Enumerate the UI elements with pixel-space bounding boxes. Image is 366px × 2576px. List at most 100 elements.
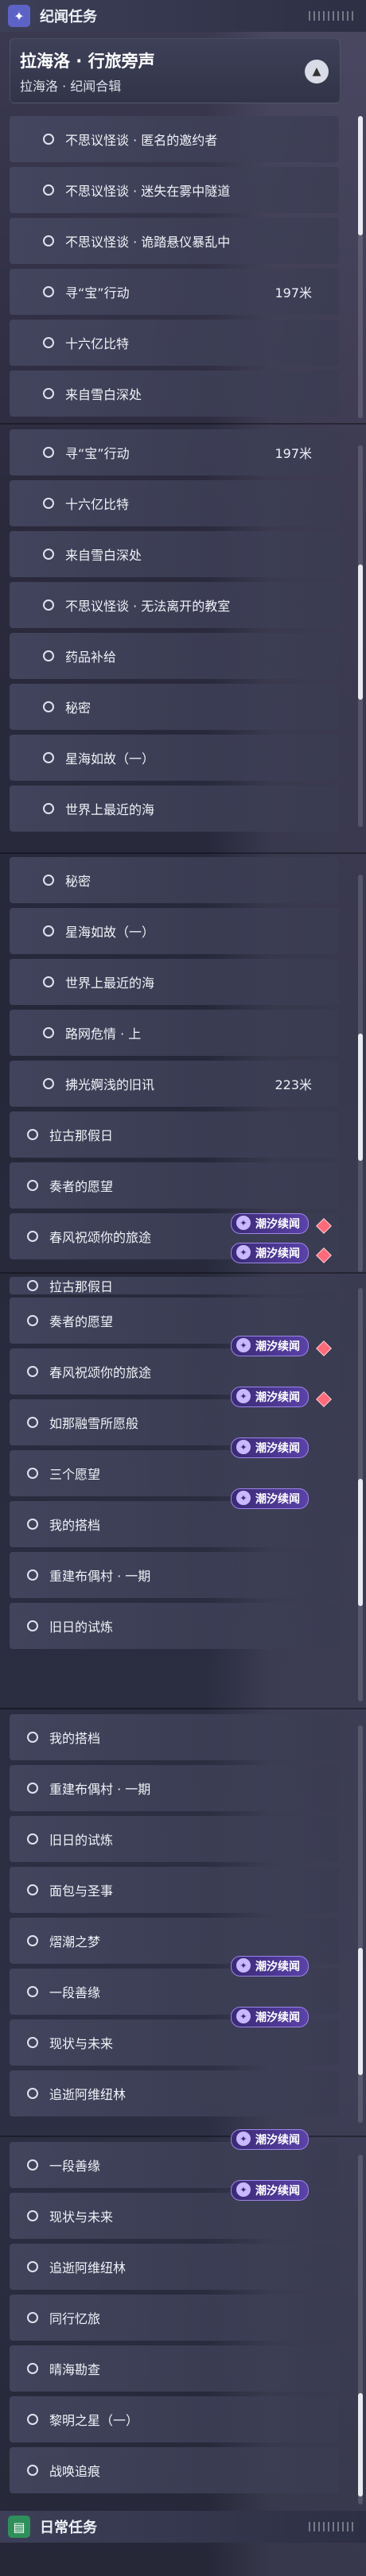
quest-row[interactable]: 路网危情 · 上 (10, 1010, 339, 1056)
quest-status-icon (27, 2037, 38, 2048)
quest-status-icon (27, 1315, 38, 1326)
quest-row[interactable]: 药品补给 (10, 633, 339, 679)
quest-row[interactable]: 重建布偶村 · 一期 (10, 1765, 339, 1811)
quest-name: 黎明之星（一） (49, 2413, 139, 2428)
quest-name: 拉古那假日 (49, 1279, 114, 1294)
quest-name: 不思议怪谈 · 无法离开的教室 (65, 599, 231, 614)
tide-tag: ✦ 潮汐续闻 (231, 2129, 309, 2150)
quest-row[interactable]: 来自雪白深处 (10, 370, 339, 417)
tag-label: 潮汐续闻 (255, 2134, 300, 2147)
quest-name: 药品补给 (65, 650, 117, 665)
quest-row[interactable]: 世界上最近的海 (10, 786, 339, 832)
scrollbar[interactable] (358, 1725, 363, 2123)
scrollbar[interactable] (358, 1288, 363, 1701)
quest-row[interactable]: 来自雪白深处 (10, 531, 339, 577)
quest-row[interactable]: 春风祝颂你的旅途 ✦ 潮汐续闻 ✦ 潮汐续闻 (10, 1213, 339, 1263)
quest-status-icon (43, 752, 54, 763)
quest-row[interactable]: 十六亿比特 (10, 480, 339, 526)
quest-status-icon (27, 1884, 38, 1895)
quest-status-icon (43, 447, 54, 458)
quest-name: 世界上最近的海 (65, 802, 155, 817)
scrollbar-thumb[interactable] (358, 2393, 363, 2496)
tide-icon: ✦ (236, 1958, 251, 1973)
tag-label: 潮汐续闻 (255, 2185, 300, 2198)
quest-row[interactable]: 寻“宝”行动 197米 (10, 429, 339, 475)
scrollbar-thumb[interactable] (358, 1479, 363, 1606)
quest-row[interactable]: 同行忆旅 (10, 2295, 339, 2341)
tide-tag: ✦ 潮汐续闻 (231, 1213, 309, 1234)
quest-status-icon (27, 2210, 38, 2221)
quest-status-icon (43, 875, 54, 886)
scrollbar-thumb[interactable] (358, 1034, 363, 1161)
scrollbar[interactable] (358, 116, 363, 418)
quest-row[interactable]: 不思议怪谈 · 诡踏悬仪暴乱中 (10, 218, 339, 264)
quest-name: 秘密 (65, 700, 92, 716)
divider (0, 423, 366, 425)
section-header-daily-quests[interactable]: ▤ 日常任务 (0, 2511, 366, 2543)
scrollbar[interactable] (358, 445, 363, 827)
quest-row[interactable]: 拉古那假日 (10, 1111, 339, 1158)
quest-row[interactable]: 晴海勘查 (10, 2345, 339, 2392)
quest-distance: 197米 (274, 285, 312, 301)
scrollbar[interactable] (358, 875, 363, 1272)
quest-row[interactable]: 十六亿比特 (10, 320, 339, 366)
quest-status-icon (43, 134, 54, 145)
quest-status-icon (43, 599, 54, 611)
quest-row[interactable]: 现状与未来 ✦ 潮汐续闻 (10, 2007, 339, 2066)
quest-row[interactable]: 黎明之星（一） (10, 2396, 339, 2442)
quest-status-icon (27, 1280, 38, 1291)
quest-row[interactable]: 现状与未来 ✦ 潮汐续闻 (10, 2180, 339, 2239)
scrollbar[interactable] (358, 2155, 363, 2504)
quest-row[interactable]: 拂光婀浅的旧讯 223米 (10, 1061, 339, 1107)
quest-row[interactable]: 不思议怪谈 · 迷失在雾中隧道 (10, 167, 339, 213)
quest-status-icon (43, 650, 54, 661)
quest-status-icon (43, 1078, 54, 1089)
quest-status-icon (27, 1569, 38, 1581)
tide-icon: ✦ (236, 1216, 251, 1230)
scrollbar-thumb[interactable] (358, 564, 363, 700)
tag-label: 潮汐续闻 (255, 1391, 300, 1404)
quest-row[interactable]: 战唤追痕 (10, 2447, 339, 2493)
quest-status-icon (43, 1027, 54, 1038)
quest-row[interactable]: 旧日的试炼 (10, 1816, 339, 1862)
divider (0, 2136, 366, 2137)
tide-icon: ✦ (236, 1491, 251, 1505)
scrollbar-thumb[interactable] (358, 1948, 363, 2075)
quest-row[interactable]: 秘密 (10, 857, 339, 903)
chevron-up-icon[interactable]: ▲ (305, 60, 329, 83)
quest-row[interactable]: 寻“宝”行动 197米 (10, 269, 339, 315)
quest-name: 路网危情 · 上 (65, 1026, 142, 1042)
quest-row[interactable]: 奏者的愿望 (10, 1162, 339, 1208)
quest-row[interactable]: 世界上最近的海 (10, 959, 339, 1005)
quest-row[interactable]: 秘密 (10, 684, 339, 730)
quest-row-partial[interactable]: 拉古那假日 (10, 1277, 339, 1294)
quest-name: 不思议怪谈 · 迷失在雾中隧道 (65, 184, 231, 199)
quest-row[interactable]: 追逝阿维纽林 (10, 2070, 339, 2116)
quest-status-icon (27, 1620, 38, 1631)
quest-status-icon (43, 286, 54, 297)
quest-group-header[interactable]: 拉海洛 · 行旅旁声 拉海洛 · 纪闻合辑 ▲ (10, 38, 341, 103)
quest-row[interactable]: 我的搭档 ✦ 潮汐续闻 (10, 1488, 339, 1547)
quest-row[interactable]: 追逝阿维纽林 (10, 2244, 339, 2290)
scrollbar-thumb[interactable] (358, 116, 363, 235)
quest-status-icon (27, 1783, 38, 1794)
tide-tag: ✦ 潮汐续闻 (231, 1437, 309, 1458)
section-header-world-quests[interactable]: ✦ 纪闻任务 (0, 0, 366, 32)
quest-row[interactable]: 我的搭档 (10, 1714, 339, 1760)
quest-row[interactable]: 星海如故（一） (10, 908, 339, 954)
quest-row[interactable]: 旧日的试炼 (10, 1603, 339, 1649)
tag-label: 潮汐续闻 (255, 1442, 300, 1455)
quest-row[interactable]: 重建布偶村 · 一期 (10, 1552, 339, 1598)
quest-row[interactable]: 不思议怪谈 · 匿名的邀约者 (10, 116, 339, 162)
quest-name: 拂光婀浅的旧讯 (65, 1077, 155, 1092)
quest-name: 不思议怪谈 · 匿名的邀约者 (65, 133, 218, 148)
quest-name: 同行忆旅 (49, 2311, 101, 2326)
quest-row[interactable]: 不思议怪谈 · 无法离开的教室 (10, 582, 339, 628)
tide-tag: ✦ 潮汐续闻 (231, 2007, 309, 2027)
quest-name: 星海如故（一） (65, 751, 155, 766)
quest-row[interactable]: 星海如故（一） (10, 735, 339, 781)
quest-status-icon (43, 701, 54, 712)
quest-distance: 197米 (274, 446, 312, 461)
quest-status-icon (27, 2414, 38, 2425)
quest-row[interactable]: 面包与圣事 (10, 1867, 339, 1913)
